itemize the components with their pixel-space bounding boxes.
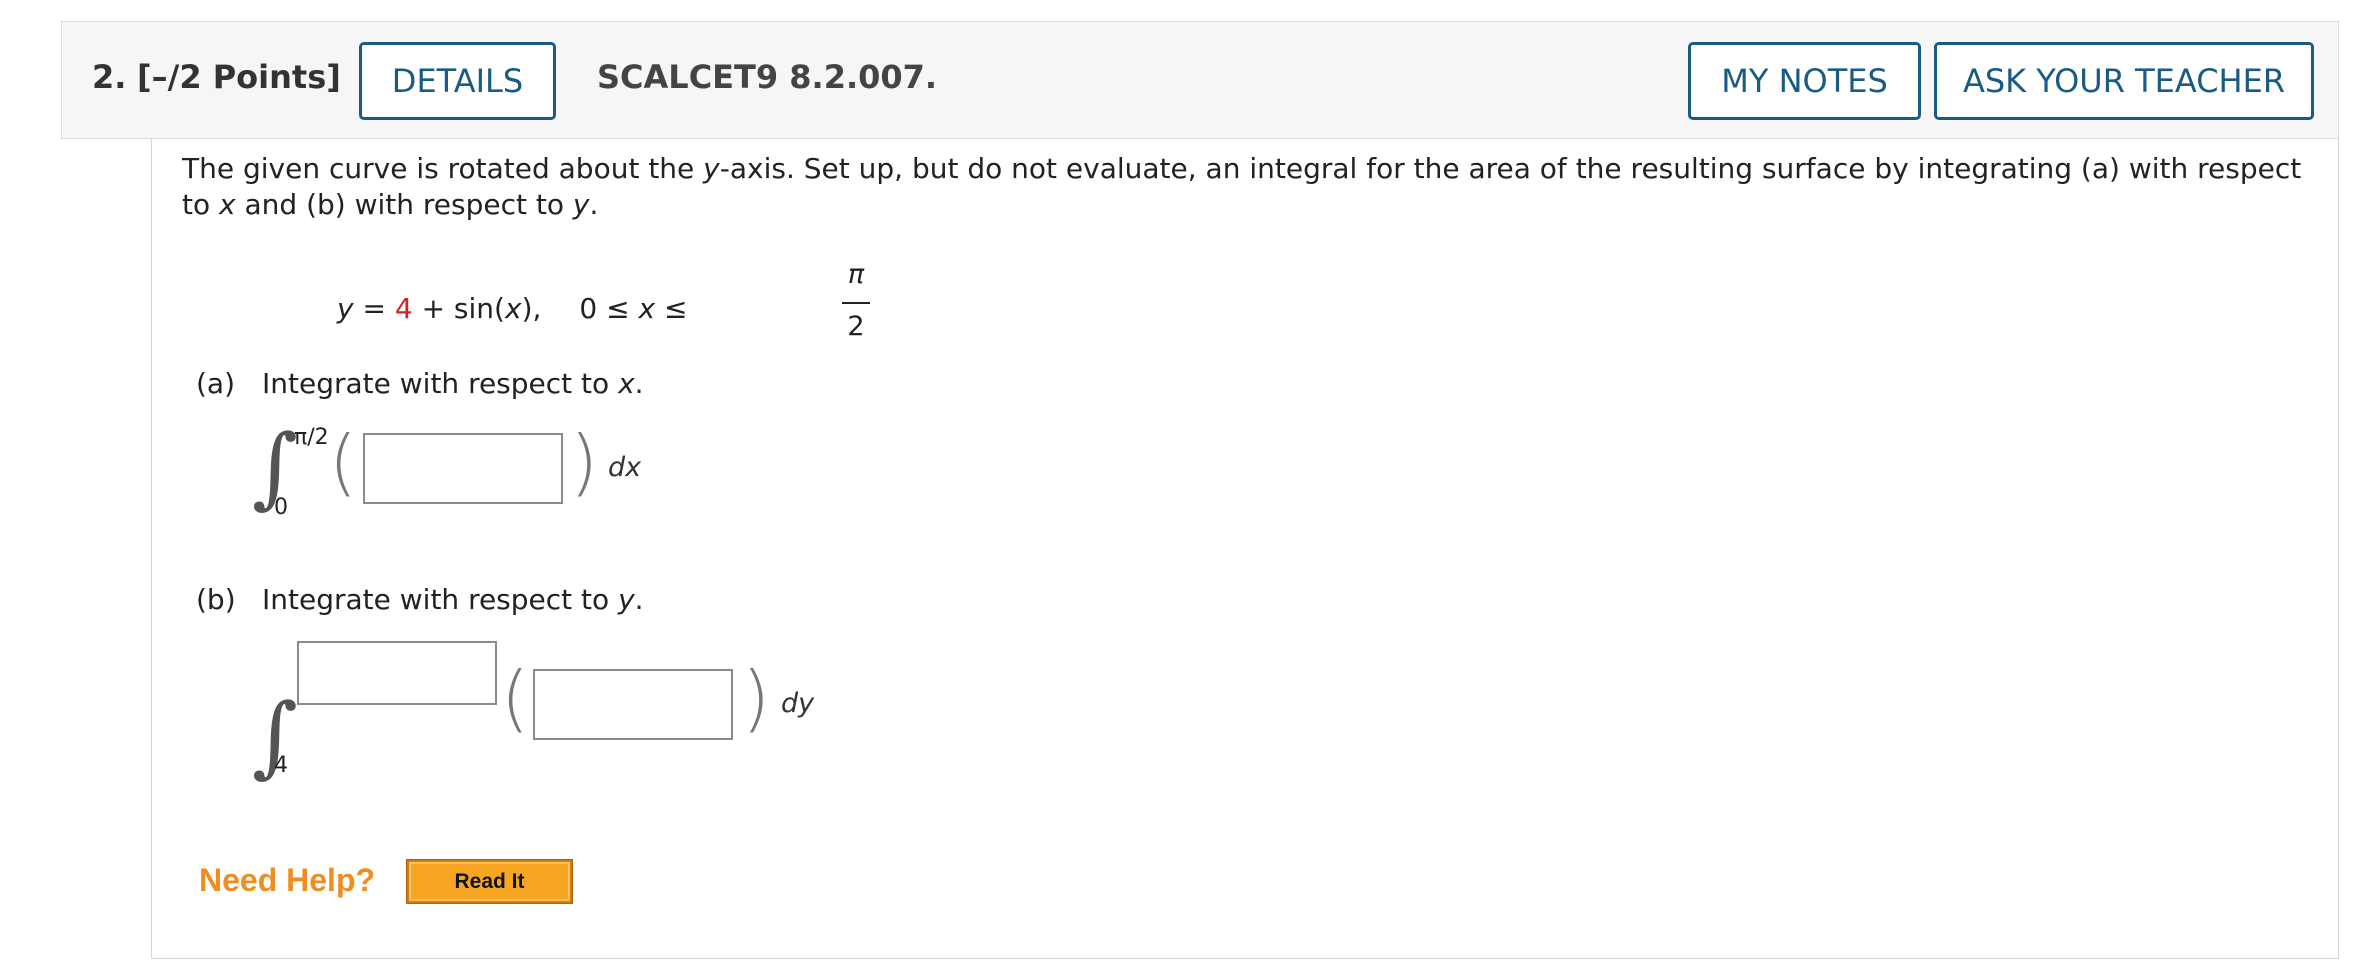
- question-number: 2.: [92, 58, 127, 96]
- details-button[interactable]: DETAILS: [359, 42, 556, 120]
- left-paren: (: [501, 656, 530, 740]
- right-paren: ): [570, 420, 599, 504]
- right-paren: ): [742, 656, 771, 740]
- part-b-label: (b) Integrate with respect to y.: [196, 583, 644, 616]
- question-points: [–/2 Points]: [137, 58, 341, 96]
- part-a-label: (a) Integrate with respect to x.: [196, 367, 644, 400]
- lower-limit: 0: [274, 495, 288, 520]
- lower-limit: 4: [274, 753, 288, 778]
- ask-your-teacher-button[interactable]: ASK YOUR TEACHER: [1934, 42, 2314, 120]
- question-body: The given curve is rotated about the y-a…: [151, 139, 2339, 959]
- question-id: SCALCET9 8.2.007.: [597, 58, 938, 96]
- differential-dx: dx: [608, 452, 642, 483]
- differential-dy: dy: [781, 688, 815, 719]
- part-b-upper-limit-input[interactable]: [297, 641, 497, 705]
- need-help-label: Need Help?: [199, 862, 376, 898]
- upper-limit: π/2: [294, 425, 329, 450]
- read-it-button[interactable]: Read It: [406, 859, 573, 904]
- question-header: 2. [–/2 Points] DETAILS SCALCET9 8.2.007…: [61, 21, 2339, 139]
- part-a-integrand-input[interactable]: [363, 433, 563, 504]
- part-b-integrand-input[interactable]: [533, 669, 733, 740]
- equation-constant: 4: [394, 292, 413, 325]
- question-prompt: The given curve is rotated about the y-a…: [182, 152, 2302, 221]
- my-notes-button[interactable]: MY NOTES: [1688, 42, 1921, 120]
- left-paren: (: [329, 420, 358, 504]
